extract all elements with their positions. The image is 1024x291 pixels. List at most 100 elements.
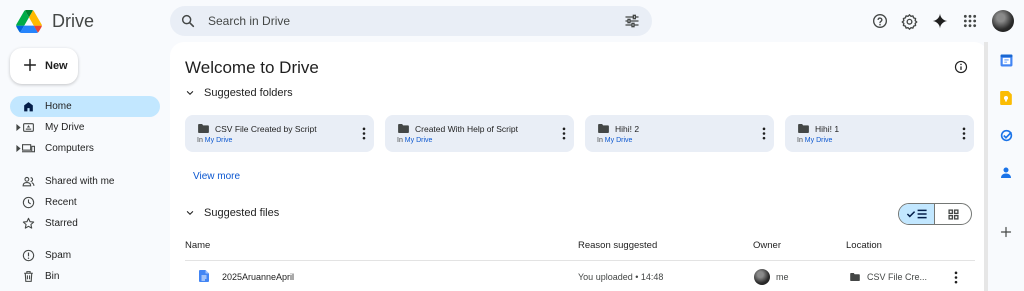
- info-icon[interactable]: [954, 60, 968, 74]
- plus-icon: [23, 58, 37, 72]
- folder-location: In My Drive: [797, 137, 832, 144]
- more-vert-icon[interactable]: [954, 271, 958, 284]
- sidebar-item-label: Spam: [45, 250, 72, 261]
- sidebar-item-starred[interactable]: Starred: [10, 213, 160, 234]
- section-label: Suggested files: [204, 207, 280, 219]
- list-view-button[interactable]: [899, 204, 936, 224]
- column-header-location: Location: [846, 240, 882, 251]
- column-header-reason: Reason suggested: [578, 240, 658, 251]
- file-name[interactable]: 2025AruanneApril: [222, 272, 294, 282]
- folder-card[interactable]: Hihi! 2 In My Drive: [585, 115, 774, 152]
- folder-card[interactable]: Hihi! 1 In My Drive: [785, 115, 974, 152]
- folder-card[interactable]: Created With Help of Script In My Drive: [385, 115, 574, 152]
- gemini-sparkle-icon[interactable]: [930, 11, 950, 31]
- tasks-app-icon[interactable]: [997, 126, 1015, 144]
- more-vert-icon[interactable]: [962, 127, 966, 140]
- folder-location: In My Drive: [197, 137, 232, 144]
- app-name: Drive: [52, 10, 95, 31]
- sidebar-item-label: My Drive: [45, 122, 85, 133]
- grid-view-icon: [947, 208, 959, 220]
- keep-app-icon[interactable]: [997, 89, 1015, 107]
- search-input[interactable]: Search in Drive: [208, 14, 290, 28]
- location-link[interactable]: My Drive: [605, 137, 633, 144]
- sidebar-item-my-drive[interactable]: My Drive: [10, 117, 160, 138]
- sidebar-item-label: Computers: [45, 143, 94, 154]
- chevron-down-icon[interactable]: [185, 88, 195, 98]
- folder-icon: [850, 273, 860, 281]
- suggested-folders-header[interactable]: Suggested folders: [185, 87, 293, 99]
- column-header-owner: Owner: [753, 240, 781, 251]
- file-owner: me: [776, 272, 789, 282]
- more-vert-icon[interactable]: [362, 127, 366, 140]
- shared-icon: [22, 176, 35, 187]
- folder-icon: [798, 124, 809, 133]
- check-list-icon: [906, 209, 927, 219]
- folder-location: In My Drive: [597, 137, 632, 144]
- folder-location: In My Drive: [397, 137, 432, 144]
- column-header-name[interactable]: Name: [185, 240, 210, 251]
- sidebar-item-shared[interactable]: Shared with me: [10, 171, 160, 192]
- drive-logo[interactable]: Drive: [16, 8, 94, 34]
- sidebar-item-label: Home: [45, 101, 72, 112]
- account-avatar[interactable]: [992, 10, 1014, 32]
- sidebar-item-label: Starred: [45, 218, 78, 229]
- table-divider: [185, 260, 975, 261]
- search-bar[interactable]: Search in Drive: [170, 6, 652, 36]
- bin-icon: [24, 271, 33, 282]
- sidebar-item-spam[interactable]: Spam: [10, 245, 160, 266]
- folder-card[interactable]: CSV File Created by Script In My Drive: [185, 115, 374, 152]
- location-link[interactable]: My Drive: [405, 137, 433, 144]
- location-prefix: In: [797, 137, 803, 144]
- folder-icon: [398, 124, 409, 133]
- suggested-files-header[interactable]: Suggested files: [185, 207, 279, 219]
- layout-toggle[interactable]: [898, 203, 972, 225]
- sidebar-item-label: Bin: [45, 271, 60, 282]
- location-link[interactable]: My Drive: [805, 137, 833, 144]
- settings-gear-icon[interactable]: [899, 11, 919, 31]
- location-prefix: In: [197, 137, 203, 144]
- clock-icon: [22, 196, 35, 209]
- grid-view-button[interactable]: [935, 204, 971, 224]
- folder-icon: [198, 124, 209, 133]
- sidebar-item-computers[interactable]: Computers: [10, 138, 160, 159]
- home-icon: [24, 102, 33, 112]
- sidebar-item-home[interactable]: Home: [10, 96, 160, 117]
- computers-icon: [22, 144, 35, 153]
- apps-grid-icon[interactable]: [960, 11, 980, 31]
- sidebar-item-bin[interactable]: Bin: [10, 266, 160, 287]
- more-vert-icon[interactable]: [562, 127, 566, 140]
- contacts-app-icon[interactable]: [997, 163, 1015, 181]
- location-prefix: In: [597, 137, 603, 144]
- main-content: Welcome to Drive Suggested folders CSV F…: [170, 42, 988, 291]
- location-prefix: In: [397, 137, 403, 144]
- document-icon: [199, 270, 209, 282]
- new-button-label: New: [45, 60, 68, 72]
- file-reason: You uploaded • 14:48: [578, 272, 664, 282]
- owner-avatar: [754, 269, 770, 285]
- spam-icon: [22, 249, 35, 262]
- folder-name: Hihi! 2: [615, 124, 640, 134]
- new-button[interactable]: New: [10, 48, 78, 84]
- expand-caret-icon[interactable]: [16, 124, 21, 131]
- more-vert-icon[interactable]: [762, 127, 766, 140]
- section-label: Suggested folders: [204, 87, 293, 99]
- chevron-down-icon[interactable]: [185, 208, 195, 218]
- file-location[interactable]: CSV File Cre...: [867, 272, 927, 282]
- search-options-icon[interactable]: [624, 13, 640, 29]
- folder-name: Hihi! 1: [815, 124, 840, 134]
- expand-caret-icon[interactable]: [16, 145, 21, 152]
- sidebar-item-label: Shared with me: [45, 176, 115, 187]
- main-scrollbar[interactable]: [984, 42, 988, 291]
- location-link[interactable]: My Drive: [205, 137, 233, 144]
- folder-name: Created With Help of Script: [415, 124, 518, 134]
- search-icon[interactable]: [180, 13, 196, 29]
- help-icon[interactable]: [870, 11, 890, 31]
- get-add-ons-plus-icon[interactable]: [997, 223, 1015, 241]
- my-drive-icon: [23, 123, 34, 132]
- view-more-link[interactable]: View more: [193, 171, 240, 182]
- calendar-app-icon[interactable]: [997, 51, 1015, 69]
- sidebar-item-recent[interactable]: Recent: [10, 192, 160, 213]
- drive-logo-icon: [16, 9, 42, 33]
- page-title: Welcome to Drive: [185, 58, 319, 77]
- sidebar-item-label: Recent: [45, 197, 77, 208]
